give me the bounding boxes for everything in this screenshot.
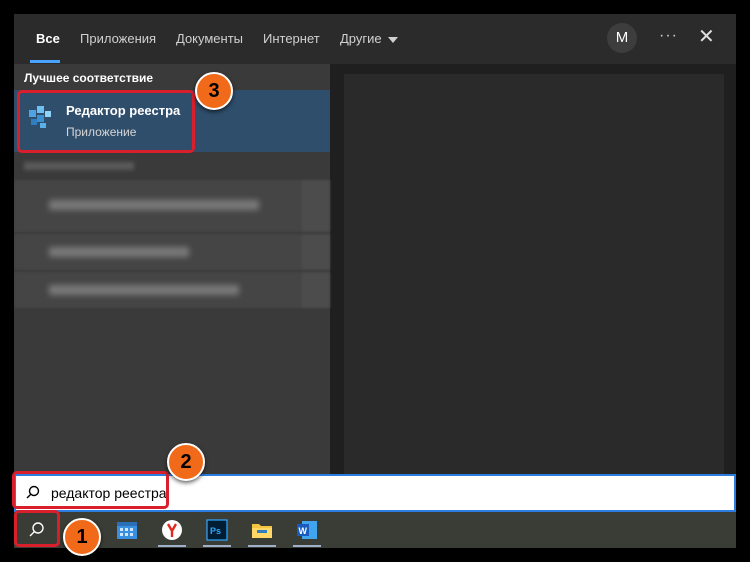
running-indicator bbox=[158, 545, 186, 547]
yandex-browser-icon[interactable] bbox=[161, 519, 183, 541]
taskbar: Ps W bbox=[14, 512, 736, 548]
svg-text:Ps: Ps bbox=[210, 526, 221, 536]
step-1-badge: 1 bbox=[63, 518, 101, 556]
highlight-best-match bbox=[17, 90, 195, 153]
close-icon[interactable]: ✕ bbox=[698, 24, 715, 49]
svg-text:W: W bbox=[299, 526, 308, 536]
step-2-badge: 2 bbox=[167, 443, 205, 481]
chevron-right-icon[interactable] bbox=[302, 234, 330, 270]
section-title: Лучшее соответствие bbox=[24, 71, 154, 85]
photoshop-icon[interactable]: Ps bbox=[206, 519, 228, 541]
blurred-result-row[interactable] bbox=[14, 272, 330, 308]
blurred-heading bbox=[24, 162, 134, 170]
highlight-search-box bbox=[12, 471, 169, 509]
step-3-badge: 3 bbox=[195, 72, 233, 110]
tab-other-label: Другие bbox=[340, 31, 382, 46]
chevron-right-icon[interactable] bbox=[302, 272, 330, 308]
tab-apps[interactable]: Приложения bbox=[80, 31, 156, 46]
running-indicator bbox=[293, 545, 321, 547]
search-filter-tabs: Все Приложения Документы Интернет Другие… bbox=[14, 14, 736, 64]
tab-other[interactable]: Другие bbox=[340, 31, 398, 46]
blurred-text bbox=[49, 247, 189, 257]
running-indicator bbox=[203, 545, 231, 547]
file-explorer-icon[interactable] bbox=[251, 519, 273, 541]
tab-internet[interactable]: Интернет bbox=[263, 31, 320, 46]
blurred-text bbox=[49, 200, 259, 210]
running-indicator bbox=[248, 545, 276, 547]
calendar-icon[interactable] bbox=[116, 519, 138, 541]
active-tab-indicator bbox=[30, 60, 60, 63]
tab-documents[interactable]: Документы bbox=[176, 31, 243, 46]
preview-panel bbox=[344, 74, 724, 474]
blurred-text bbox=[49, 285, 239, 295]
tab-all[interactable]: Все bbox=[36, 31, 60, 46]
word-icon[interactable]: W bbox=[296, 519, 318, 541]
highlight-taskbar-search bbox=[14, 510, 60, 547]
blurred-result-row[interactable] bbox=[14, 180, 330, 232]
chevron-right-icon[interactable] bbox=[302, 180, 330, 232]
blurred-result-row[interactable] bbox=[14, 234, 330, 270]
avatar[interactable]: M bbox=[607, 23, 637, 53]
more-icon[interactable]: ··· bbox=[659, 27, 678, 45]
chevron-down-icon bbox=[387, 36, 398, 43]
